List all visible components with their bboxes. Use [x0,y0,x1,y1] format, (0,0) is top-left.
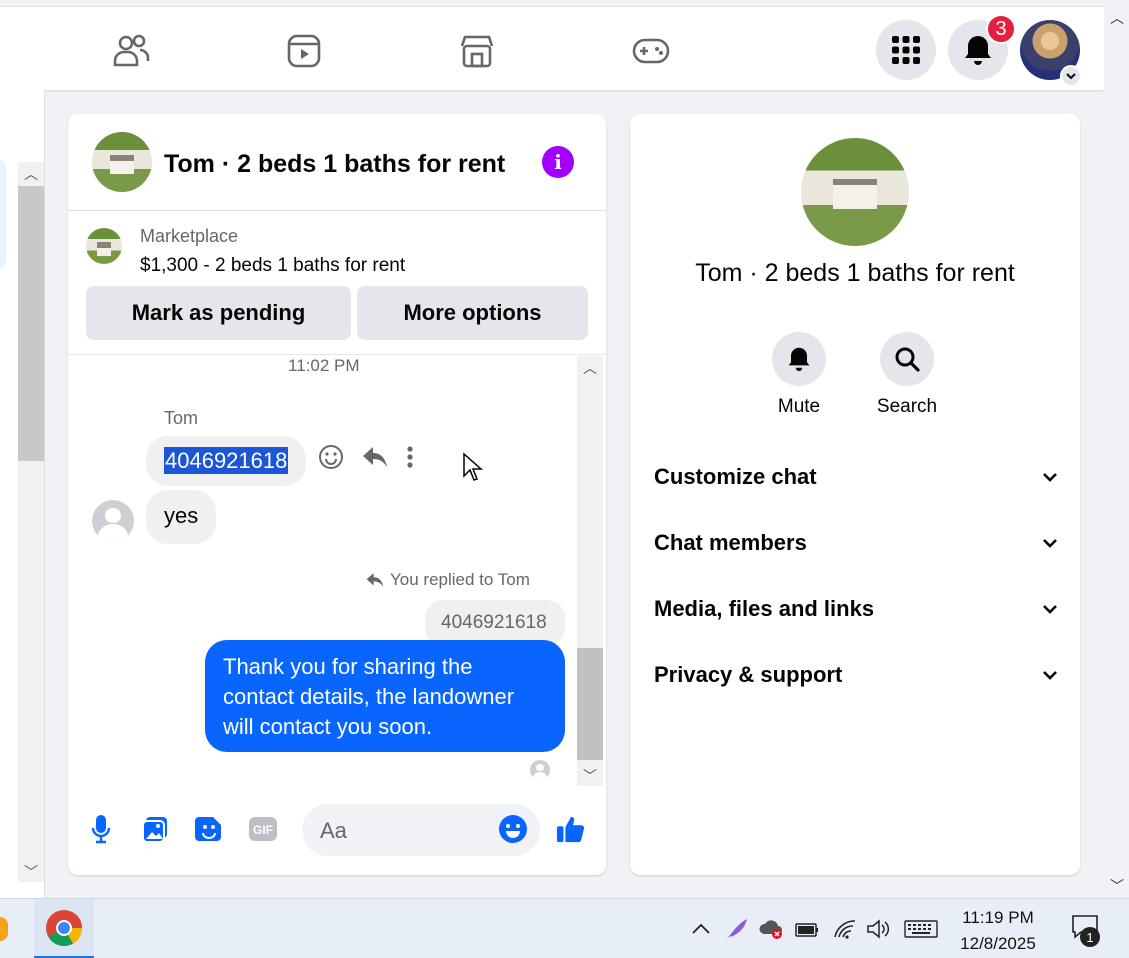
search-icon [895,347,920,372]
sidebar-scroll-up-icon[interactable]: ︿ [24,164,38,184]
listing-price-title[interactable]: $1,300 - 2 beds 1 baths for rent [140,255,405,277]
section-label: Media, files and links [654,596,875,621]
gif-icon[interactable]: GIF [248,814,278,844]
media-files-links-section[interactable]: Media, files and links [654,589,1058,629]
messages-scrollbar[interactable]: ︿ ﹀ [577,356,603,786]
seen-by-avatar [530,760,550,780]
chrome-taskbar-button[interactable] [34,899,94,958]
thumbs-up-icon[interactable] [556,814,586,844]
keyboard-icon[interactable] [904,917,938,941]
emoji-picker-icon[interactable] [498,814,528,844]
grid-icon [892,36,920,64]
section-label: Customize chat [654,464,817,489]
mute-bell-icon [788,347,810,371]
windows-taskbar: 11:19 PM 12/8/2025 1 [0,898,1129,958]
privacy-support-section[interactable]: Privacy & support [654,655,1058,695]
chrome-icon [46,909,83,946]
listing-thumbnail[interactable] [86,228,122,264]
marketplace-icon[interactable] [457,31,497,71]
svg-text:GIF: GIF [253,823,273,837]
account-chevron-icon[interactable] [1060,65,1082,87]
sidebar-scroll-down-icon[interactable]: ﹀ [24,862,38,882]
info-house-photo[interactable] [801,138,909,246]
reply-small-icon [366,573,384,587]
clock-date: 12/8/2025 [960,934,1036,953]
info-icon[interactable]: i [542,146,574,178]
system-clock[interactable]: 11:19 PM 12/8/2025 [946,905,1050,957]
incoming-message-bubble-yes[interactable]: yes [146,490,217,544]
chevron-down-icon [1043,473,1057,482]
message-actions [318,444,414,475]
replied-indicator: You replied to Tom [366,570,530,590]
mouse-cursor-icon [462,452,484,487]
chat-avatar-house-photo[interactable] [92,132,152,192]
messages-scroll-up-icon[interactable]: ︿ [583,358,597,378]
mark-as-pending-button[interactable]: Mark as pending [86,286,351,340]
battery-icon[interactable] [794,917,820,941]
chevron-down-icon [1043,671,1057,680]
clock-time: 11:19 PM [962,908,1034,927]
scroll-down-arrow-icon[interactable]: ﹀ [1110,876,1124,896]
info-title: Tom · 2 beds 1 baths for rent [695,259,1015,287]
chat-members-section[interactable]: Chat members [654,523,1058,563]
notifications-button[interactable]: 3 [948,14,1016,80]
search-action[interactable]: Search [862,332,952,418]
messages-scroll-thumb[interactable] [577,648,603,760]
mute-label: Mute [777,396,821,417]
mute-action[interactable]: Mute [754,332,844,418]
volume-icon[interactable] [866,917,892,941]
section-label: Chat members [654,530,807,555]
message-composer: GIF Aa [68,794,606,864]
react-emoji-icon[interactable] [318,444,344,475]
action-center-button[interactable]: 1 [1066,915,1106,947]
notification-center-count: 1 [1080,927,1100,947]
taskbar-app-icon-partial[interactable] [0,917,8,941]
marketplace-label: Marketplace [140,226,239,246]
customize-chat-section[interactable]: Customize chat [654,457,1058,497]
marketplace-listing-bar: Marketplace $1,300 - 2 beds 1 baths for … [68,212,606,355]
section-label: Privacy & support [654,662,843,687]
notification-count-badge: 3 [986,14,1016,44]
message-timestamp: 11:02 PM [288,356,360,375]
message-thread: 11:02 PM Tom 4046921618 yes You replied … [68,356,606,786]
replied-label: You replied to Tom [390,570,530,589]
top-navigation-bar: 3 [0,6,1104,90]
outgoing-message-bubble[interactable]: Thank you for sharing the contact detail… [205,640,565,752]
sticker-icon[interactable] [194,814,224,844]
onedrive-error-icon[interactable] [758,917,784,941]
photo-attach-icon[interactable] [140,814,170,844]
selected-phone-text[interactable]: 4046921618 [164,447,289,474]
chevron-down-icon [1043,539,1057,548]
chat-panel: Tom · 2 beds 1 baths for rent i Marketpl… [68,114,606,875]
gaming-icon[interactable] [631,31,671,71]
scroll-up-arrow-icon[interactable]: ︿ [1110,8,1124,28]
window-scrollbar[interactable]: ︿ ﹀ [1104,0,1129,898]
reply-icon[interactable] [362,446,388,473]
feather-app-icon[interactable] [724,917,750,941]
wifi-icon[interactable] [832,917,858,941]
show-hidden-icons-chevron-icon[interactable] [688,917,714,941]
sidebar-scrollbar[interactable]: ︿ ﹀ [18,162,44,882]
selected-chat-highlight [0,160,6,268]
messages-scroll-down-icon[interactable]: ﹀ [583,766,597,786]
chat-header: Tom · 2 beds 1 baths for rent i [68,114,606,211]
search-label: Search [876,396,938,417]
menu-grid-button[interactable] [876,20,936,80]
sidebar-scroll-thumb[interactable] [18,186,44,461]
more-options-button[interactable]: More options [357,286,588,340]
video-icon[interactable] [284,31,324,71]
incoming-message-bubble[interactable]: 4046921618 [146,436,307,486]
microphone-icon[interactable] [86,814,116,844]
chevron-down-icon [1043,605,1057,614]
conversation-info-panel: Tom · 2 beds 1 baths for rent Mute Searc… [630,114,1080,875]
sender-name: Tom [164,408,199,428]
friends-icon[interactable] [111,31,151,71]
more-vertical-icon[interactable] [406,445,414,474]
chat-title[interactable]: Tom · 2 beds 1 baths for rent [164,150,505,179]
sender-avatar[interactable] [92,500,134,542]
bell-icon [965,36,991,65]
